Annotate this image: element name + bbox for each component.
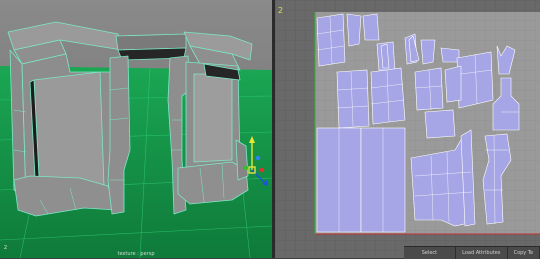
attribute-editor-buttons: Select Load Attributes Copy Te [404,246,540,259]
scene-render [0,0,272,258]
perspective-viewport[interactable]: z texture : persp [0,0,272,258]
camera-label: texture : persp [117,251,155,257]
copy-tab-button[interactable]: Copy Te [507,247,540,259]
load-attributes-button[interactable]: Load Attributes [455,247,508,259]
axis-indicator: z [4,244,8,251]
uv-texture-editor[interactable]: 2 [275,0,540,258]
select-button[interactable]: Select [404,247,456,259]
panel-number: 2 [278,6,284,15]
uv-layout [275,0,540,258]
